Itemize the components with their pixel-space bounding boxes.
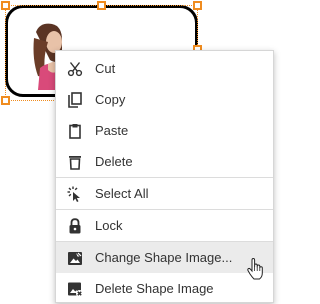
menu-item-label: Select All [95,186,149,201]
trash-icon [66,153,84,171]
resize-handle-top-center[interactable] [97,1,106,10]
copy-icon [66,91,84,109]
menu-item-cut[interactable]: Cut [56,53,273,84]
menu-item-paste[interactable]: Paste [56,115,273,146]
context-menu: Cut Copy Paste Delete Select All Lock Ch… [55,50,274,303]
resize-handle-top-left[interactable] [1,1,10,10]
menu-item-change-shape-image[interactable]: Change Shape Image... [56,242,273,273]
menu-item-label: Copy [95,92,126,107]
lock-icon [66,217,84,235]
menu-item-delete-shape-image[interactable]: Delete Shape Image [56,273,273,304]
scissors-icon [66,60,84,78]
hand-pointer-icon [247,258,263,280]
menu-item-label: Change Shape Image... [95,250,233,265]
select-all-cursor-icon [66,185,84,203]
resize-handle-bottom-left[interactable] [1,96,10,105]
resize-handle-top-right[interactable] [193,1,202,10]
menu-item-copy[interactable]: Copy [56,84,273,115]
menu-item-lock[interactable]: Lock [56,210,273,241]
menu-item-label: Paste [95,123,129,138]
delete-image-icon [66,280,84,298]
menu-item-delete[interactable]: Delete [56,146,273,177]
change-image-icon [66,249,84,267]
menu-item-select-all[interactable]: Select All [56,178,273,209]
clipboard-icon [66,122,84,140]
menu-item-label: Delete Shape Image [95,281,214,296]
menu-item-label: Cut [95,61,116,76]
menu-item-label: Delete [95,154,133,169]
menu-item-label: Lock [95,218,123,233]
